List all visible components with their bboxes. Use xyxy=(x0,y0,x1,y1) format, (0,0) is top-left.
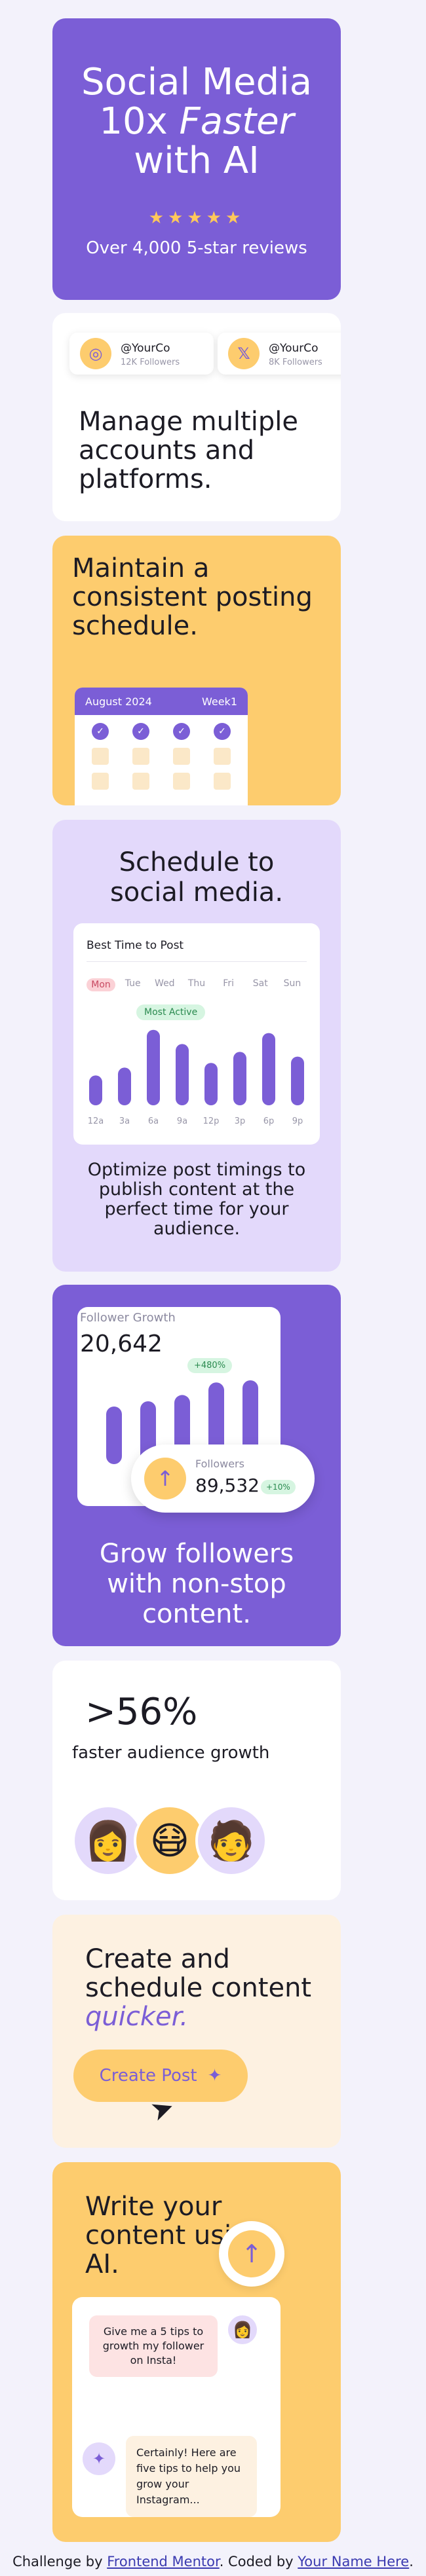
audience-caption: faster audience growth xyxy=(72,1743,270,1763)
ai-message: Certainly! Here are five tips to help yo… xyxy=(126,2436,257,2517)
sparkle-icon: ✦ xyxy=(83,2442,115,2475)
x-tick-label: 3p xyxy=(235,1116,246,1126)
account-handle: @YourCo xyxy=(269,342,319,355)
accounts-card: ◎ @YourCo 12K Followers 𝕏 @YourCo 8K Fol… xyxy=(52,313,341,521)
growth-card: Follower Growth 20,642 +480% ↑ Followers… xyxy=(52,1285,341,1646)
followers-value: 89,532 xyxy=(195,1475,260,1496)
create-headline-emphasis: quicker. xyxy=(85,2002,189,2032)
x-tick-label: 3a xyxy=(119,1116,130,1126)
author-link[interactable]: Your Name Here xyxy=(298,2554,409,2569)
calendar-day-slot xyxy=(214,748,231,765)
user-avatar: 👩 xyxy=(228,2315,257,2344)
best-time-chart-card: Best Time to Post Mon Tue Wed Thu Fri Sa… xyxy=(73,923,320,1145)
calendar-week: Week1 xyxy=(201,695,237,708)
arrow-up-icon: ↑ xyxy=(144,1458,186,1500)
send-button[interactable]: ↑ xyxy=(219,2221,284,2287)
ai-card: Write your content using AI. Give me a 5… xyxy=(52,2162,341,2542)
calendar-month: August 2024 xyxy=(85,695,152,708)
x-tick-label: 9p xyxy=(292,1116,303,1126)
reviews-count: Over 4,000 5-star reviews xyxy=(86,238,307,258)
check-icon: ✓ xyxy=(132,723,149,740)
follower-growth-value: 20,642 xyxy=(80,1331,163,1357)
calendar-day-slot xyxy=(214,773,231,790)
follower-growth-badge: +480% xyxy=(187,1358,233,1373)
followers-label: Followers xyxy=(195,1458,244,1470)
chart-bar xyxy=(147,1029,160,1105)
create-card: Create and schedule content quicker. Cre… xyxy=(52,1915,341,2148)
chart-bar xyxy=(291,1056,304,1105)
followers-pill: ↑ Followers 89,532 +10% xyxy=(131,1444,315,1513)
hero-title-line2: 10x Faster xyxy=(52,102,341,141)
account-followers: 8K Followers xyxy=(269,358,322,367)
check-icon: ✓ xyxy=(92,723,109,740)
hero-title-line3: with AI xyxy=(134,139,260,182)
calendar-day-slot xyxy=(92,773,109,790)
calendar-day-slot xyxy=(132,773,149,790)
x-tick-label: 12a xyxy=(88,1116,104,1126)
check-icon: ✓ xyxy=(214,723,231,740)
chat-window: Give me a 5 tips to growth my follower o… xyxy=(72,2297,281,2517)
calendar-widget: August 2024 Week1 ✓ ✓ ✓ ✓ xyxy=(75,688,248,805)
frontend-mentor-link[interactable]: Frontend Mentor xyxy=(107,2554,220,2569)
calendar-day-slot xyxy=(92,748,109,765)
x-tick-label: 9a xyxy=(177,1116,187,1126)
best-time-bar-chart: 12a 3a 6a 9a 12p 3p 6p 9p xyxy=(88,1029,304,1126)
footer-prefix: Challenge by xyxy=(12,2554,103,2569)
chart-bar xyxy=(106,1407,122,1464)
x-tick-label: 12p xyxy=(203,1116,220,1126)
hero-title-prefix: 10x xyxy=(99,100,168,143)
footer-suffix: . xyxy=(409,2554,414,2569)
hero-card: Social Media 10x Faster with AI ★★★★★ Ov… xyxy=(52,18,341,300)
hero-title-line1: Social Media xyxy=(81,61,313,103)
chart-bar xyxy=(89,1075,102,1105)
account-chip-instagram[interactable]: ◎ @YourCo 12K Followers xyxy=(69,333,214,375)
create-headline: Create and schedule content quicker. xyxy=(85,1945,321,2031)
create-headline-text: Create and schedule content xyxy=(85,1944,312,2003)
check-icon: ✓ xyxy=(173,723,190,740)
follower-growth-label: Follower Growth xyxy=(80,1311,176,1325)
calendar-row xyxy=(75,740,248,765)
growth-headline: Grow followers with non-stop content. xyxy=(99,1539,294,1629)
user-message: Give me a 5 tips to growth my follower o… xyxy=(89,2315,218,2377)
instagram-icon: ◎ xyxy=(80,338,111,369)
sparkle-icon: ✦ xyxy=(207,2066,222,2086)
x-tick-label: 6a xyxy=(148,1116,159,1126)
calendar-day-slot xyxy=(132,748,149,765)
best-time-headline: Schedule to social media. xyxy=(109,847,284,908)
calendar-row: ✓ ✓ ✓ ✓ xyxy=(75,715,248,740)
hero-title-emphasis: Faster xyxy=(179,100,294,143)
chart-bar xyxy=(118,1067,131,1105)
audience-card: >56% faster audience growth 👩 😷 🧑 xyxy=(52,1661,341,1900)
schedule-card: Maintain a consistent posting schedule. … xyxy=(52,536,341,805)
account-followers: 12K Followers xyxy=(121,358,180,367)
followers-badge: +10% xyxy=(261,1480,296,1494)
best-time-card: Schedule to social media. Best Time to P… xyxy=(52,820,341,1272)
x-tick-label: 6p xyxy=(263,1116,275,1126)
chart-bar xyxy=(262,1033,275,1105)
chart-bar xyxy=(204,1063,218,1105)
calendar-day-slot xyxy=(173,773,190,790)
accounts-headline: Manage multiple accounts and platforms. xyxy=(79,407,298,494)
create-post-label: Create Post xyxy=(99,2066,197,2086)
best-time-description: Optimize post timings to publish content… xyxy=(87,1160,306,1239)
footer-middle: . Coded by xyxy=(219,2554,294,2569)
chart-bar xyxy=(233,1052,246,1105)
schedule-headline: Maintain a consistent posting schedule. xyxy=(72,553,313,641)
audience-stat: >56% xyxy=(85,1691,198,1733)
footer-attribution: Challenge by Frontend Mentor. Coded by Y… xyxy=(0,2554,426,2569)
calendar-header: August 2024 Week1 xyxy=(75,688,248,715)
avatar: 🧑 xyxy=(195,1805,267,1877)
rating-stars-icon: ★★★★★ xyxy=(148,208,245,228)
arrow-up-icon: ↑ xyxy=(228,2230,275,2277)
account-chip-x[interactable]: 𝕏 @YourCo 8K Followers xyxy=(218,333,341,375)
chart-bar xyxy=(176,1044,189,1105)
account-handle: @YourCo xyxy=(121,342,170,355)
calendar-row xyxy=(75,765,248,790)
x-icon: 𝕏 xyxy=(228,338,260,369)
calendar-day-slot xyxy=(173,748,190,765)
hero-title: Social Media 10x Faster with AI xyxy=(52,63,341,181)
